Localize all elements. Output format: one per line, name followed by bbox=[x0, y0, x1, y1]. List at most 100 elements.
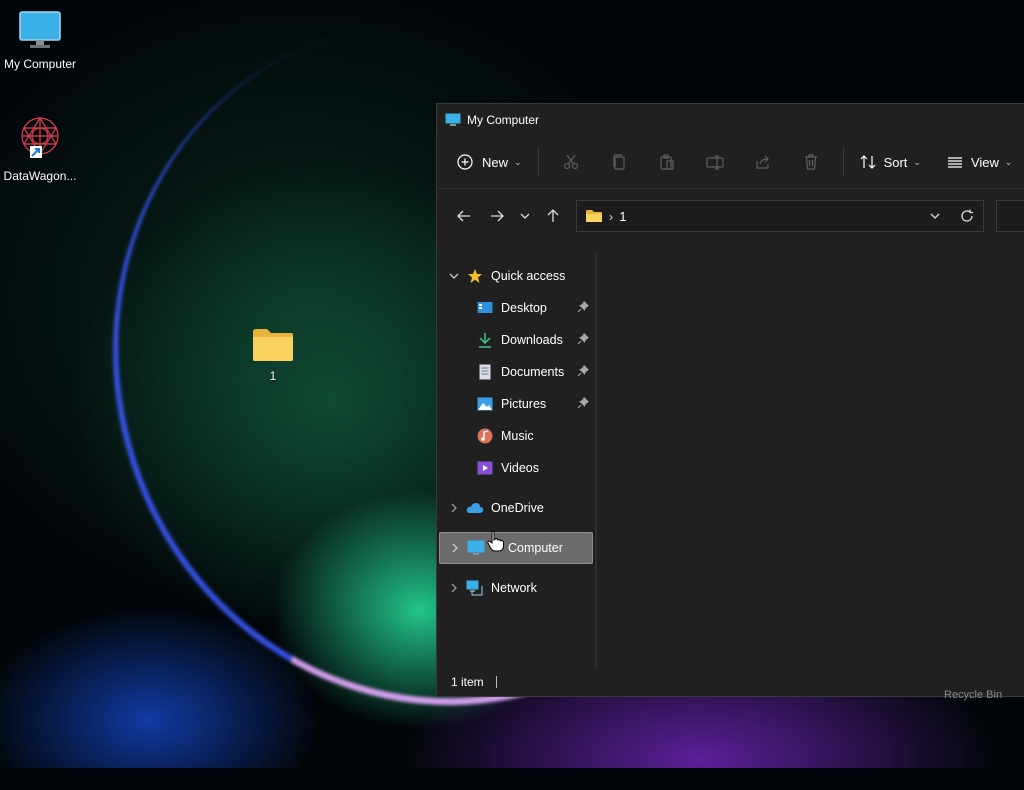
nav-item-pictures[interactable]: Pictures bbox=[439, 388, 593, 420]
window-title: My Computer bbox=[467, 113, 540, 127]
copy-button[interactable] bbox=[595, 154, 643, 170]
rename-icon bbox=[705, 155, 724, 170]
new-label: New bbox=[482, 154, 509, 170]
nav-label: Downloads bbox=[501, 333, 563, 347]
cut-button[interactable] bbox=[547, 154, 595, 170]
nav-item-downloads[interactable]: Downloads bbox=[439, 324, 593, 356]
nav-label: Network bbox=[491, 581, 537, 595]
pin-icon bbox=[577, 397, 589, 411]
delete-icon bbox=[804, 154, 817, 170]
rename-button[interactable] bbox=[691, 154, 739, 170]
chevron-right-icon[interactable] bbox=[443, 503, 465, 513]
file-list-area[interactable] bbox=[597, 254, 1024, 668]
chevron-down-icon bbox=[930, 213, 940, 219]
chevron-down-icon[interactable] bbox=[443, 271, 465, 281]
nav-item-onedrive[interactable]: OneDrive bbox=[439, 492, 593, 524]
nav-item-quick-access[interactable]: Quick access bbox=[439, 260, 593, 292]
chevron-down-icon: ⌄ bbox=[514, 156, 522, 167]
back-button[interactable] bbox=[447, 201, 480, 231]
desktop-icon-folder-1[interactable]: 1 bbox=[233, 326, 313, 383]
arrow-up-icon bbox=[547, 209, 559, 222]
nav-item-desktop[interactable]: Desktop bbox=[439, 292, 593, 324]
window-titlebar[interactable]: My Computer bbox=[437, 104, 1024, 136]
cut-icon bbox=[563, 154, 578, 170]
address-bar[interactable]: › 1 bbox=[575, 200, 984, 232]
breadcrumb-separator-icon: › bbox=[608, 208, 614, 224]
chevron-down-icon: ⌄ bbox=[913, 156, 921, 167]
chevron-down-icon: ⌄ bbox=[1004, 156, 1013, 167]
copy-icon bbox=[612, 154, 625, 170]
arrow-right-icon bbox=[490, 210, 504, 222]
explorer-body: Quick access Desktop Downloads Documents… bbox=[437, 254, 1024, 668]
view-button[interactable]: View ⌄ bbox=[939, 148, 1021, 176]
monitor-icon bbox=[466, 540, 486, 556]
breadcrumb-current[interactable]: 1 bbox=[619, 209, 626, 224]
pin-icon bbox=[577, 365, 589, 379]
address-history-button[interactable] bbox=[919, 211, 951, 221]
star-icon bbox=[465, 268, 485, 284]
pin-icon bbox=[577, 301, 589, 315]
item-count: 1 item bbox=[451, 675, 484, 689]
desktop-icon-label: My Computer bbox=[3, 57, 77, 71]
sort-button[interactable]: Sort ⌄ bbox=[852, 148, 929, 176]
monitor-icon bbox=[19, 11, 61, 48]
command-bar: New ⌄ Sort ⌄ View ⌄ bbox=[437, 136, 1024, 189]
monitor-icon bbox=[445, 113, 461, 126]
music-icon bbox=[475, 428, 495, 444]
view-label: View bbox=[970, 154, 999, 170]
nav-item-videos[interactable]: Videos bbox=[439, 452, 593, 484]
share-button[interactable] bbox=[739, 154, 787, 170]
chevron-right-icon[interactable] bbox=[444, 543, 466, 553]
nav-label: Quick access bbox=[491, 269, 566, 283]
nav-label: Videos bbox=[501, 461, 539, 475]
cloud-icon bbox=[465, 502, 485, 514]
recycle-bin-label: Recycle Bin bbox=[944, 689, 1003, 701]
document-icon bbox=[475, 364, 495, 380]
nav-label: Desktop bbox=[501, 301, 547, 315]
view-list-icon bbox=[947, 157, 962, 168]
desktop-icon-datawagon[interactable]: DataWagon... bbox=[0, 114, 80, 183]
videos-icon bbox=[475, 461, 495, 475]
hand-pointer-cursor-icon bbox=[487, 530, 504, 552]
nav-label: Computer bbox=[508, 541, 563, 555]
file-explorer-window: My Computer New ⌄ Sort ⌄ View ⌄ › 1 Quic… bbox=[436, 103, 1024, 697]
share-icon bbox=[755, 155, 769, 169]
arrow-left-icon bbox=[456, 210, 470, 222]
status-bar: 1 item bbox=[437, 668, 1024, 696]
new-button[interactable]: New ⌄ bbox=[449, 148, 530, 176]
folder-icon bbox=[253, 329, 293, 361]
nav-label: Music bbox=[501, 429, 534, 443]
delete-button[interactable] bbox=[787, 154, 835, 170]
desktop-icon-label: 1 bbox=[269, 369, 277, 383]
nav-label: OneDrive bbox=[491, 501, 544, 515]
divider bbox=[537, 147, 539, 177]
datawagon-app-icon bbox=[21, 116, 59, 158]
chevron-down-icon bbox=[520, 213, 530, 219]
forward-button[interactable] bbox=[480, 201, 513, 231]
nav-item-documents[interactable]: Documents bbox=[439, 356, 593, 388]
folder-icon bbox=[585, 210, 602, 222]
desktop-icon bbox=[475, 301, 495, 315]
up-button[interactable] bbox=[537, 201, 570, 231]
refresh-button[interactable] bbox=[951, 209, 983, 223]
recent-locations-button[interactable] bbox=[513, 201, 536, 231]
paste-icon bbox=[659, 154, 674, 170]
chevron-right-icon[interactable] bbox=[443, 583, 465, 593]
pictures-icon bbox=[475, 397, 495, 411]
pin-icon bbox=[577, 333, 589, 347]
navigation-bar: › 1 bbox=[437, 189, 1024, 243]
nav-item-computer[interactable]: Computer bbox=[439, 532, 593, 564]
navigation-pane: Quick access Desktop Downloads Documents… bbox=[437, 254, 597, 668]
nav-item-music[interactable]: Music bbox=[439, 420, 593, 452]
sort-label: Sort bbox=[883, 154, 908, 170]
nav-item-network[interactable]: Network bbox=[439, 572, 593, 604]
download-arrow-icon bbox=[475, 332, 495, 348]
sort-icon bbox=[860, 155, 875, 169]
desktop-icon-my-computer[interactable]: My Computer bbox=[0, 10, 80, 71]
nav-label: Pictures bbox=[501, 397, 547, 411]
paste-button[interactable] bbox=[643, 154, 691, 170]
network-icon bbox=[465, 580, 485, 596]
plus-circle-icon bbox=[457, 154, 473, 170]
divider bbox=[495, 676, 497, 688]
search-input[interactable] bbox=[995, 200, 1024, 232]
